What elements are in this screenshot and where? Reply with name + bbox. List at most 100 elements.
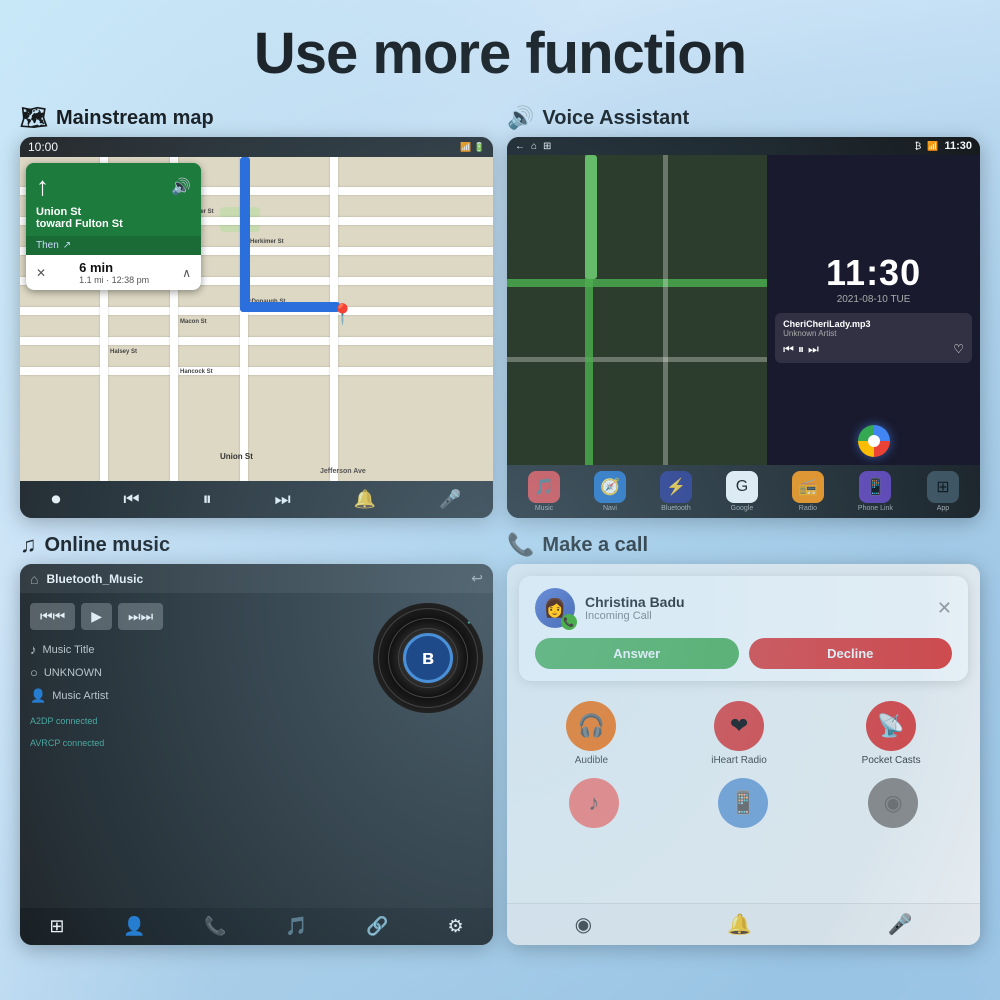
panel-voice-label-text: Voice Assistant: [542, 107, 689, 130]
voice-status-icons: ₿ 📶 11:30: [915, 140, 972, 152]
music-body: ⏮⏮ ▶ ⏭⏭ ♪ Music Title ○ UNKNOWN: [20, 593, 493, 908]
call-app-extra-2[interactable]: 📱: [718, 778, 768, 828]
music-album-art: ʙ ♪ ♫: [373, 603, 483, 713]
voice-top-bar: ← ⌂ ⊞ ₿ 📶 11:30: [507, 137, 980, 155]
map-bottom-bell[interactable]: 🔔: [354, 489, 376, 510]
music-home-btn[interactable]: ⌂: [30, 571, 38, 587]
music-bottom-phone[interactable]: 📞: [204, 916, 226, 937]
panel-call-label: 📞 Make a call: [507, 532, 980, 558]
call-app-audible[interactable]: 🎧 Audible: [566, 701, 616, 766]
call-decline-btn[interactable]: Decline: [749, 638, 953, 669]
panel-call: 📞 Make a call 👩 📞 Christina Badu: [507, 532, 980, 945]
map-bottom-prev[interactable]: ⏮: [123, 489, 139, 510]
music-circle-icon: ○: [30, 665, 38, 680]
music-screen-title: Bluetooth_Music: [46, 572, 463, 586]
voice-apps-icon[interactable]: ⊞: [543, 141, 551, 152]
voice-app-bluetooth-icon: ⚡: [660, 471, 692, 503]
voice-app-radio-label: Radio: [799, 505, 817, 512]
map-icon: 🗺: [20, 105, 48, 131]
voice-music-heart[interactable]: ♡: [953, 342, 964, 356]
map-top-bar: 10:00 📶 🔋: [20, 137, 493, 157]
google-assistant-orb[interactable]: [858, 425, 890, 457]
voice-road-h1: [507, 279, 767, 287]
call-app-iheart-label: iHeart Radio: [711, 755, 767, 766]
call-answer-btn[interactable]: Answer: [535, 638, 739, 669]
music-bottom-person[interactable]: 👤: [123, 916, 145, 937]
voice-music-next[interactable]: ⏭: [808, 342, 819, 357]
voice-apps-bar: 🎵 Music 🧭 Navi ⚡ Bluetooth G: [507, 465, 980, 518]
map-bottom-next[interactable]: ⏭: [275, 489, 291, 510]
voice-road-v2: [663, 155, 668, 465]
nav-eta-row: ✕ 6 min 1.1 mi · 12:38 pm ∧: [26, 255, 201, 290]
call-bottom-mic[interactable]: 🎤: [887, 912, 912, 937]
music-meta-artist-text: Music Artist: [52, 690, 108, 702]
call-app-extra-3[interactable]: ◉: [868, 778, 918, 828]
voice-music-controls: ⏮ ⏸ ⏭ ♡: [783, 342, 964, 357]
nav-duration: 6 min: [79, 260, 149, 275]
voice-music-pause[interactable]: ⏸: [798, 342, 804, 357]
panel-voice-label: 🔊 Voice Assistant: [507, 105, 980, 131]
voice-music-card: CheriCheriLady.mp3 Unknown Artist ⏮ ⏸ ⏭ …: [775, 313, 972, 363]
call-bottom-bell[interactable]: 🔔: [727, 912, 752, 937]
nav-street-info: Union St toward Fulton St: [26, 206, 201, 236]
street-label-8: Hancock St: [180, 369, 213, 375]
call-status: Incoming Call: [585, 610, 927, 622]
call-app-iheart[interactable]: ❤ iHeart Radio: [711, 701, 767, 766]
nav-expand[interactable]: ∧: [182, 266, 191, 280]
nav-then-row: Then ↗: [26, 236, 201, 255]
music-bottom-gear[interactable]: ⚙: [447, 916, 463, 937]
google-orb-inner: [868, 435, 880, 447]
voice-map-bg: [507, 155, 767, 465]
music-bottom-note[interactable]: 🎵: [285, 916, 307, 937]
map-bottom-pause[interactable]: ⏸: [203, 489, 212, 510]
music-a2dp-text: A2DP connected: [30, 716, 361, 726]
music-bottom-link[interactable]: 🔗: [366, 916, 388, 937]
call-apps-section: 🎧 Audible ❤ iHeart Radio 📡 Pocket Casts: [507, 693, 980, 903]
street-label-3: Herkimer St: [250, 239, 284, 245]
voice-app-music-icon: 🎵: [528, 471, 560, 503]
music-note-icon: ♪: [30, 642, 37, 657]
music-prev-btn[interactable]: ⏮⏮: [30, 603, 75, 630]
music-play-btn[interactable]: ▶: [81, 603, 112, 630]
call-card: 👩 📞 Christina Badu Incoming Call ✕ Answe…: [519, 576, 968, 681]
voice-app-apps-icon: ⊞: [927, 471, 959, 503]
voice-home-icon[interactable]: ⌂: [531, 141, 537, 152]
call-apps-row: 🎧 Audible ❤ iHeart Radio 📡 Pocket Casts: [519, 701, 968, 766]
voice-app-google[interactable]: G Google: [726, 471, 758, 512]
music-bottom-bar: ⊞ 👤 📞 🎵 🔗 ⚙: [20, 908, 493, 945]
voice-app-radio[interactable]: 📻 Radio: [792, 471, 824, 512]
voice-app-google-label: Google: [731, 505, 754, 512]
map-body: Atlantic Ave Herkimer St Herkimer St Mac…: [20, 157, 493, 481]
nav-arrow: ↑: [36, 171, 49, 202]
voice-back-icon[interactable]: ←: [515, 141, 525, 152]
panel-music-label-text: Online music: [45, 534, 171, 557]
call-close-btn[interactable]: ✕: [937, 598, 952, 619]
street-label-6: Macon St: [180, 319, 207, 325]
map-bottom-mic[interactable]: 🎤: [439, 489, 461, 510]
voice-app-navi-icon: 🧭: [594, 471, 626, 503]
page-title: Use more function: [20, 20, 980, 87]
music-info-section: ⏮⏮ ▶ ⏭⏭ ♪ Music Title ○ UNKNOWN: [30, 603, 361, 898]
caller-name: Christina Badu: [585, 594, 927, 610]
voice-app-apps[interactable]: ⊞ App: [927, 471, 959, 512]
map-bottom-bar: ⏺ ⏮ ⏸ ⏭ 🔔 🎤: [20, 481, 493, 518]
music-bottom-grid[interactable]: ⊞: [49, 916, 64, 937]
voice-app-navi-label: Navi: [603, 505, 617, 512]
voice-music-prev[interactable]: ⏮: [783, 342, 794, 357]
music-next-btn[interactable]: ⏭⏭: [118, 603, 163, 630]
voice-app-music[interactable]: 🎵 Music: [528, 471, 560, 512]
call-bottom-home[interactable]: ◉: [575, 912, 592, 937]
call-app-extra-1[interactable]: ♪: [569, 778, 619, 828]
call-app-audible-label: Audible: [575, 755, 608, 766]
music-back-btn[interactable]: ↩: [471, 570, 483, 587]
panel-call-label-text: Make a call: [542, 534, 648, 557]
voice-app-navi[interactable]: 🧭 Navi: [594, 471, 626, 512]
voice-app-apps-label: App: [937, 505, 949, 512]
map-bottom-home[interactable]: ⏺: [51, 489, 60, 510]
voice-app-phonelink[interactable]: 📱 Phone Link: [858, 471, 893, 512]
call-apps-row-2: ♪ 📱 ◉: [519, 778, 968, 828]
voice-app-bluetooth[interactable]: ⚡ Bluetooth: [660, 471, 692, 512]
nav-close[interactable]: ✕: [36, 266, 46, 280]
call-app-pocketcasts[interactable]: 📡 Pocket Casts: [862, 701, 921, 766]
panels-grid: 🗺 Mainstream map 10:00 📶 🔋: [20, 105, 980, 945]
